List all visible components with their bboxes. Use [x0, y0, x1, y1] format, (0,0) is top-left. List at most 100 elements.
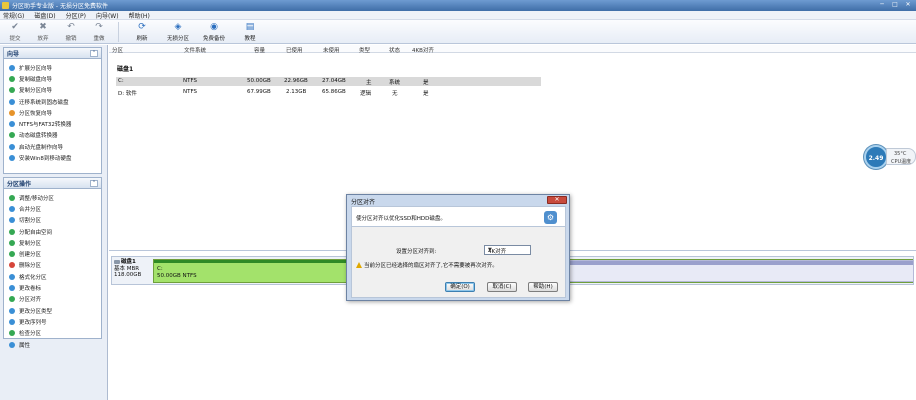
- align-label: 设置分区对齐到:: [396, 249, 437, 255]
- wizard-item[interactable]: 动态磁盘转换器: [9, 130, 99, 141]
- cancel-button[interactable]: 取消(C): [487, 282, 517, 292]
- collapse-icon[interactable]: ⌃: [90, 179, 98, 187]
- minimize-button[interactable]: ─: [876, 1, 888, 9]
- dialog-body: 设置分区对齐到: 4K对齐 ▼ 当前分区已经选择的扇区对齐了,它不需要被再次对齐…: [351, 227, 566, 298]
- cpu-temp-widget[interactable]: 2.49 35°C CPU温度: [864, 145, 916, 169]
- lossless-partition-icon: ◈: [174, 22, 182, 32]
- op-item[interactable]: 更改卷标: [9, 282, 99, 293]
- dialog-header-text: 使分区对齐以优化SSD和HDD磁盘。: [356, 216, 446, 222]
- table-row[interactable]: C: NTFS 50.00GB 22.96GB 27.04GB 主 系统 是: [116, 77, 541, 86]
- disk-info: 磁盘1 基本 MBR 118.00GB: [114, 259, 142, 278]
- format-icon: [9, 273, 15, 280]
- copy-partition-icon: [9, 87, 15, 94]
- op-item[interactable]: 分区对齐: [9, 294, 99, 305]
- wizard-item[interactable]: 扩展分区向导: [9, 62, 99, 73]
- align-select[interactable]: 4K对齐 ▼: [484, 245, 531, 255]
- op-item[interactable]: 更改分区类型: [9, 305, 99, 316]
- op-item[interactable]: 删除分区: [9, 260, 99, 271]
- label-icon: [9, 285, 15, 292]
- properties-icon: [9, 341, 15, 348]
- toolbar: ✔ 提交 ✖ 放弃 ↶ 撤销 ↷ 重做 ⟳ 刷新 ◈ 无损分区 ◉ 免费备份 ▤…: [0, 20, 916, 44]
- op-item[interactable]: 更改序列号: [9, 316, 99, 327]
- col-type[interactable]: 类型: [359, 46, 370, 54]
- wizard-item[interactable]: 复制分区向导: [9, 85, 99, 96]
- menu-bar: 常规(G) 磁盘(D) 分区(P) 向导(W) 帮助(H): [0, 11, 916, 20]
- lossless-partition-button[interactable]: ◈ 无损分区: [163, 20, 193, 44]
- column-header: 分区 文件系统 容量 已使用 未使用 类型 状态 4KB对齐: [109, 45, 916, 54]
- wizard-item[interactable]: 启动光盘制作向导: [9, 141, 99, 152]
- op-item[interactable]: 分配自由空间: [9, 226, 99, 237]
- redo-button[interactable]: ↷ 重做: [88, 20, 110, 44]
- commit-button[interactable]: ✔ 提交: [4, 20, 26, 44]
- commit-icon: ✔: [11, 22, 19, 32]
- col-capacity[interactable]: 容量: [254, 46, 265, 54]
- win8-usb-icon: [9, 155, 15, 162]
- discard-icon: ✖: [39, 22, 47, 32]
- refresh-icon: ⟳: [138, 22, 146, 32]
- chevron-down-icon: ▼: [488, 247, 492, 253]
- dialog-header: 使分区对齐以优化SSD和HDD磁盘。 ⚙: [351, 206, 566, 227]
- allocate-space-icon: [9, 228, 15, 235]
- col-status[interactable]: 状态: [389, 46, 400, 54]
- window-title: 分区助手专业版 - 无损分区免费软件: [12, 3, 108, 10]
- op-item[interactable]: 检查分区: [9, 328, 99, 339]
- resize-icon: [9, 194, 15, 201]
- tutorial-button[interactable]: ▤ 教程: [235, 20, 265, 44]
- wizard-panel-title: 向导: [7, 50, 20, 58]
- free-backup-button[interactable]: ◉ 免费备份: [199, 20, 229, 44]
- op-item[interactable]: 格式化分区: [9, 271, 99, 282]
- menu-disk[interactable]: 磁盘(D): [34, 11, 55, 20]
- ok-button[interactable]: 确定(O): [445, 282, 475, 292]
- menu-help[interactable]: 帮助(H): [129, 11, 150, 20]
- left-panel: 向导 ⌃ 扩展分区向导 复制磁盘向导 复制分区向导 迁移系统到固态磁盘 分区恢复…: [0, 45, 108, 400]
- app-icon: [2, 2, 9, 9]
- op-item[interactable]: 合并分区: [9, 203, 99, 214]
- ops-panel-header: 分区操作 ⌃: [4, 178, 101, 189]
- undo-button[interactable]: ↶ 撤销: [60, 20, 82, 44]
- op-item[interactable]: 创建分区: [9, 248, 99, 259]
- warning-icon: [356, 262, 362, 268]
- dynamic-disk-icon: [9, 132, 15, 139]
- maximize-button[interactable]: □: [889, 1, 901, 9]
- check-icon: [9, 330, 15, 337]
- refresh-button[interactable]: ⟳ 刷新: [127, 20, 157, 44]
- table-row[interactable]: D: 软件 NTFS 67.99GB 2.13GB 65.86GB 逻辑 无 是: [116, 88, 541, 97]
- wizard-item[interactable]: 安装Win8到移动硬盘: [9, 152, 99, 163]
- copy-disk-icon: [9, 75, 15, 82]
- wizard-item[interactable]: 迁移系统到固态磁盘: [9, 96, 99, 107]
- menu-wizard[interactable]: 向导(W): [96, 11, 119, 20]
- partition-ops-panel: 分区操作 ⌃ 调整/移动分区 合并分区 切割分区 分配自由空间 复制分区 创建分…: [3, 177, 102, 349]
- migrate-os-icon: [9, 98, 15, 105]
- op-item[interactable]: 复制分区: [9, 237, 99, 248]
- menu-general[interactable]: 常规(G): [3, 11, 24, 20]
- col-aligned[interactable]: 4KB对齐: [412, 46, 434, 54]
- col-free[interactable]: 未使用: [323, 46, 340, 54]
- boot-cd-icon: [9, 143, 15, 150]
- ntfs-fat32-icon: [9, 121, 15, 128]
- collapse-icon[interactable]: ⌃: [90, 49, 98, 57]
- partition-recovery-icon: [9, 109, 15, 116]
- op-item[interactable]: 调整/移动分区: [9, 192, 99, 203]
- window-controls: ─ □ ✕: [876, 1, 914, 9]
- discard-button[interactable]: ✖ 放弃: [32, 20, 54, 44]
- warning-text: 当前分区已经选择的扇区对齐了,它不需要被再次对齐。: [364, 263, 498, 269]
- dialog-close-button[interactable]: ✕: [547, 196, 567, 204]
- col-filesystem[interactable]: 文件系统: [184, 46, 206, 54]
- help-button[interactable]: 帮助(H): [528, 282, 558, 292]
- split-icon: [9, 217, 15, 224]
- wizard-item[interactable]: 复制磁盘向导: [9, 73, 99, 84]
- cpu-temp-pill: 35°C CPU温度: [886, 148, 916, 165]
- free-backup-icon: ◉: [210, 22, 218, 32]
- wizard-item[interactable]: NTFS与FAT32转换器: [9, 118, 99, 129]
- op-item[interactable]: 属性: [9, 339, 99, 350]
- op-item[interactable]: 切割分区: [9, 215, 99, 226]
- wizard-item[interactable]: 分区恢复向导: [9, 107, 99, 118]
- merge-icon: [9, 205, 15, 212]
- create-partition-icon: [9, 251, 15, 258]
- col-partition[interactable]: 分区: [112, 46, 123, 54]
- close-button[interactable]: ✕: [902, 1, 914, 9]
- menu-partition[interactable]: 分区(P): [66, 11, 86, 20]
- align-wizard-icon: ⚙: [544, 211, 557, 224]
- col-used[interactable]: 已使用: [286, 46, 303, 54]
- serial-icon: [9, 318, 15, 325]
